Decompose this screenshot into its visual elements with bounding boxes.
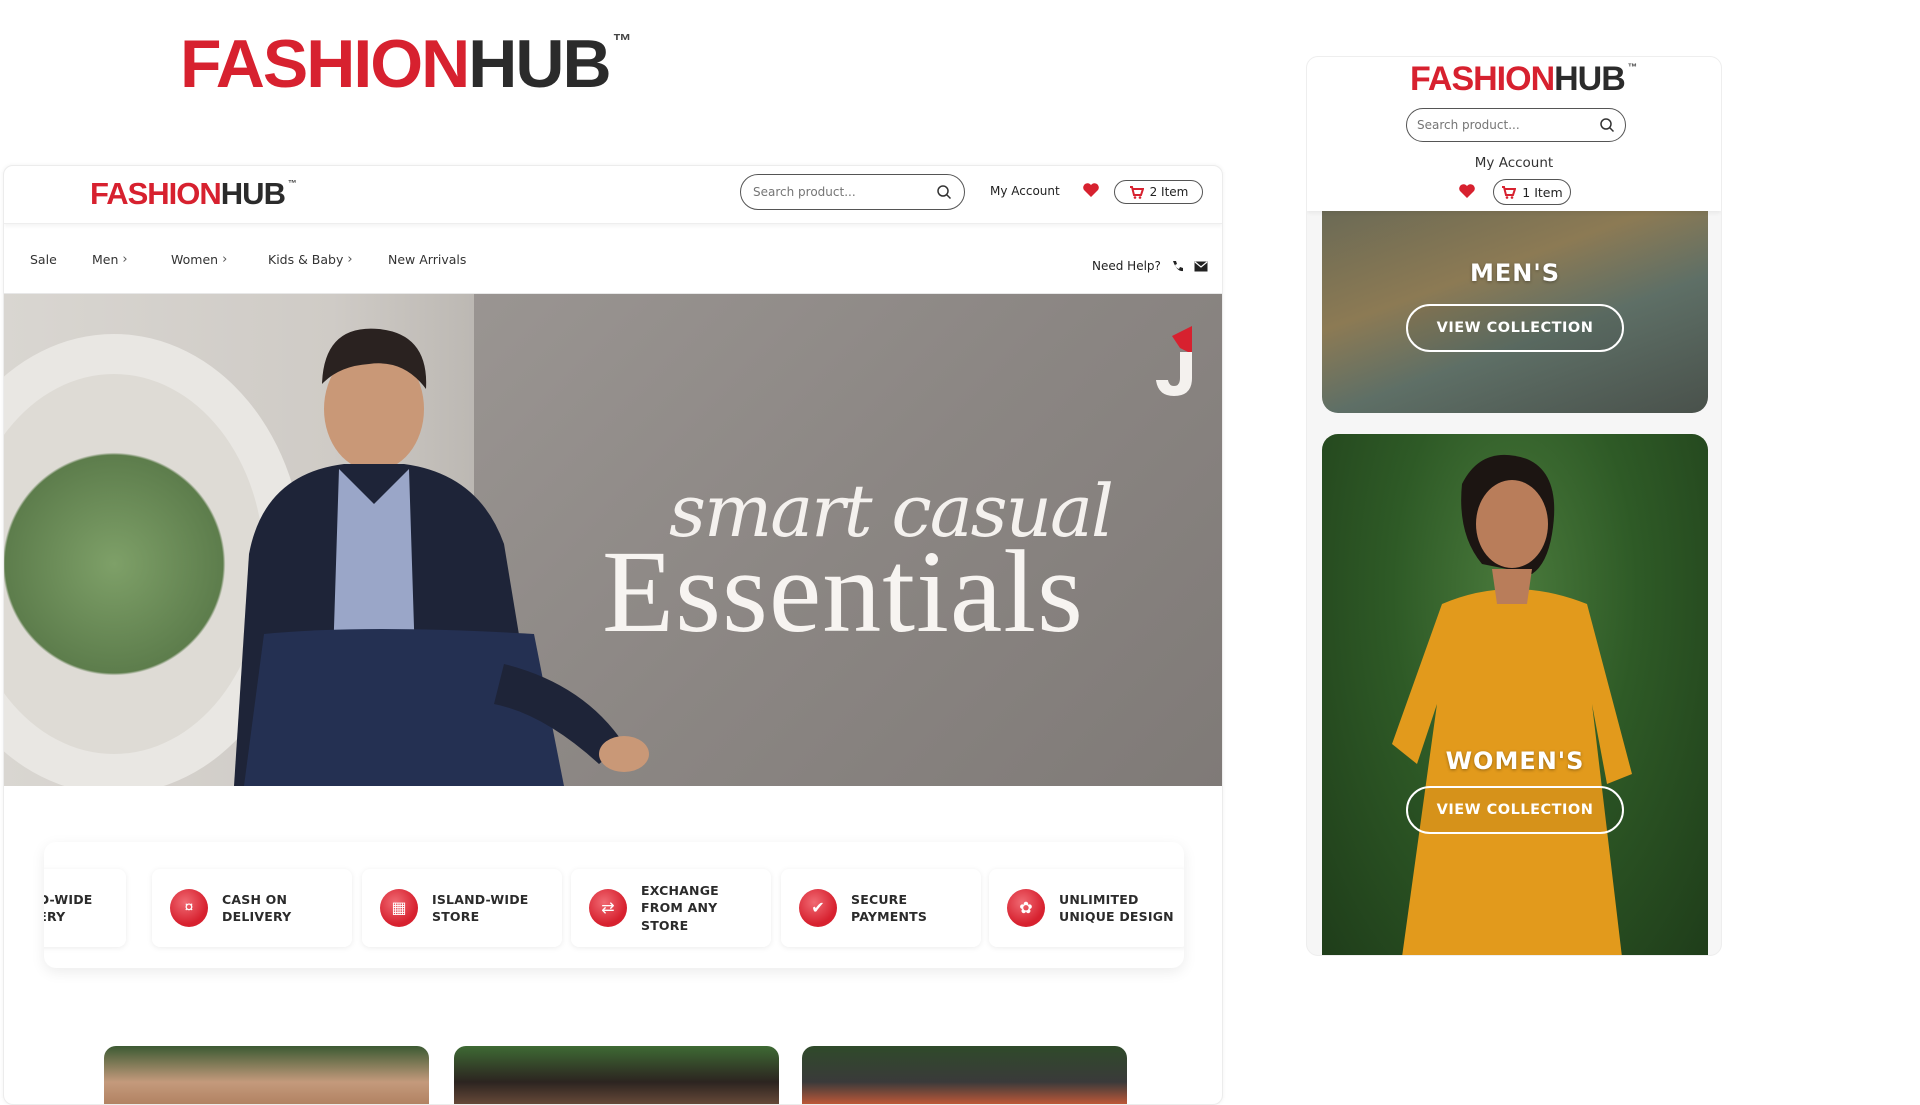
cart-count: 2 Item <box>1149 185 1189 199</box>
store-icon: ▦ <box>380 889 418 927</box>
mobile-logo[interactable]: FASHIONHUB ™ <box>1410 62 1637 96</box>
search-icon[interactable] <box>1599 117 1615 133</box>
hero-banner[interactable]: smart casual Essentials <box>4 294 1222 786</box>
feature-island-wide-delivery: ⛟ ISLAND-WIDE DELIVERY <box>44 869 126 947</box>
category-card-women[interactable] <box>454 1046 779 1104</box>
hero-headline: Essentials <box>602 526 1084 657</box>
feature-island-wide-store: ▦ ISLAND-WIDE STORE <box>362 869 562 947</box>
nav-item-kids-baby[interactable]: Kids & Baby › <box>268 252 353 267</box>
mens-title: MEN'S <box>1470 259 1560 287</box>
nav-item-women[interactable]: Women › <box>171 252 227 267</box>
nav-item-sale[interactable]: Sale <box>30 252 57 267</box>
exchange-icon: ⇄ <box>589 889 627 927</box>
desktop-search-box <box>740 174 965 210</box>
mens-view-collection-button[interactable]: VIEW COLLECTION <box>1406 304 1624 352</box>
mens-collection-card[interactable]: MEN'S VIEW COLLECTION <box>1322 211 1708 413</box>
cart-button[interactable]: 1 Item <box>1493 179 1571 205</box>
my-account-link[interactable]: My Account <box>1307 155 1721 171</box>
my-account-link[interactable]: My Account <box>990 184 1060 198</box>
desktop-header: FASHIONHUB™ My Account 2 Item <box>4 166 1222 224</box>
womens-view-collection-button[interactable]: VIEW COLLECTION <box>1406 786 1624 834</box>
mobile-search-input[interactable] <box>1417 118 1587 132</box>
feature-unlimited-unique-design: ✿ UNLIMITED UNIQUE DESIGN <box>989 869 1184 947</box>
nav-item-new-arrivals[interactable]: New Arrivals <box>388 252 466 267</box>
fashionhub-logo-large: FASHIONHUB ™ <box>180 26 632 102</box>
desktop-search-input[interactable] <box>753 185 923 199</box>
need-help: Need Help? <box>1092 259 1208 273</box>
cart-button[interactable]: 2 Item <box>1114 180 1203 204</box>
nav-item-men[interactable]: Men › <box>92 252 128 267</box>
search-icon[interactable] <box>936 184 952 200</box>
womens-title: WOMEN'S <box>1445 747 1585 775</box>
features-strip[interactable]: ⛟ ISLAND-WIDE DELIVERY ¤ CASH ON DELIVER… <box>44 842 1184 968</box>
main-navigation: Sale Men › Women › Kids & Baby › New Arriva… <box>4 224 1222 294</box>
cart-icon <box>1129 185 1144 199</box>
wishlist-heart-icon[interactable] <box>1082 182 1100 198</box>
design-icon: ✿ <box>1007 889 1045 927</box>
mobile-search-box <box>1406 108 1626 142</box>
women-model-image <box>1392 454 1632 955</box>
category-card-kids[interactable] <box>802 1046 1127 1104</box>
brand-mark-icon <box>1156 326 1192 396</box>
wishlist-heart-icon[interactable] <box>1458 183 1476 199</box>
desktop-preview: FASHIONHUB™ My Account 2 Item Sale Men› … <box>3 165 1223 1105</box>
phone-icon[interactable] <box>1171 260 1184 273</box>
cart-count: 1 Item <box>1522 184 1563 200</box>
mobile-header: FASHIONHUB™ My Account 1 Item <box>1307 57 1721 211</box>
category-card-men[interactable] <box>104 1046 429 1104</box>
feature-secure-payments: ✔ SECURE PAYMENTS <box>781 869 981 947</box>
mobile-preview: FASHIONHUB™ My Account 1 Item MEN'S VIEW… <box>1306 56 1722 956</box>
feature-cash-on-delivery: ¤ CASH ON DELIVERY <box>152 869 352 947</box>
chevron-right-icon: › <box>222 252 228 267</box>
secure-payment-icon: ✔ <box>799 889 837 927</box>
cart-icon <box>1502 185 1517 199</box>
desktop-logo[interactable]: FASHIONHUB ™ <box>90 178 297 209</box>
feature-exchange-any-store: ⇄ EXCHANGE FROM ANY STORE <box>571 869 771 947</box>
mail-icon[interactable] <box>1194 261 1208 272</box>
womens-collection-card[interactable]: WOMEN'S VIEW COLLECTION <box>1322 434 1708 955</box>
cash-icon: ¤ <box>170 889 208 927</box>
chevron-right-icon: › <box>347 252 353 267</box>
chevron-right-icon: › <box>122 252 128 267</box>
